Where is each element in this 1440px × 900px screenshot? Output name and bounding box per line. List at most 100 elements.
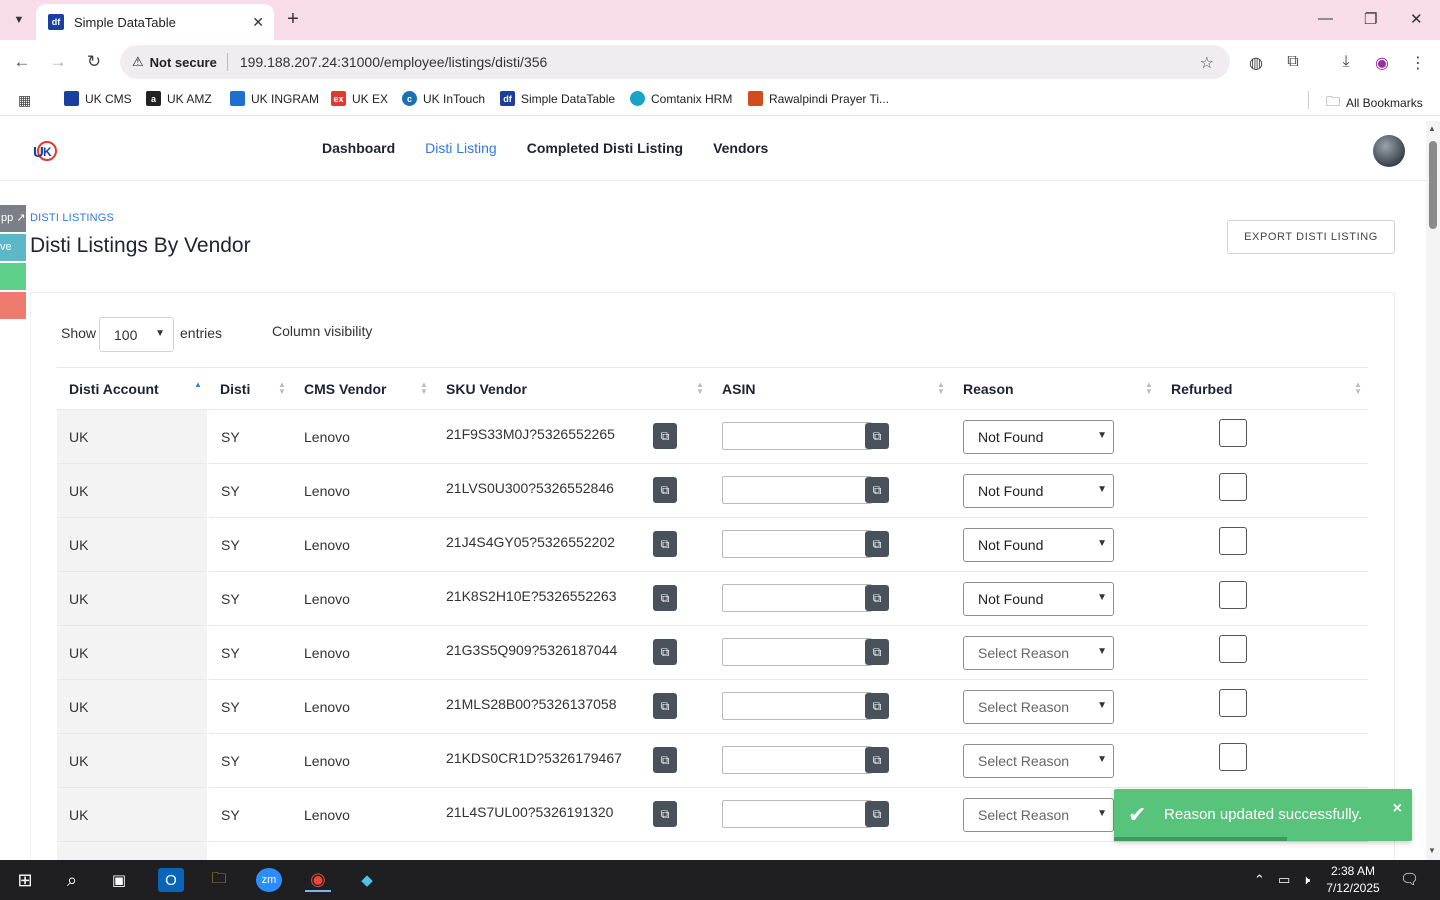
- asin-input[interactable]: [722, 800, 872, 828]
- reason-select[interactable]: Not Found ▼: [963, 528, 1114, 562]
- refurbed-checkbox[interactable]: [1219, 743, 1247, 771]
- asin-input[interactable]: [722, 584, 872, 612]
- reload-icon[interactable]: ↻: [84, 52, 104, 72]
- reason-select[interactable]: Not Found ▼: [963, 582, 1114, 616]
- app-diamond-icon[interactable]: ◆: [354, 868, 380, 892]
- address-bar[interactable]: ⚠ Not secure 199.188.207.24:31000/employ…: [120, 45, 1230, 79]
- asin-input[interactable]: [722, 530, 872, 558]
- maximize-icon[interactable]: ❐: [1364, 10, 1377, 28]
- col-disti-account[interactable]: Disti Account ▲: [57, 367, 208, 410]
- copy-sku-icon[interactable]: ⧉: [653, 531, 677, 557]
- side-tab-green[interactable]: [0, 263, 26, 290]
- search-icon[interactable]: ⌕: [59, 868, 85, 892]
- minimize-icon[interactable]: —: [1318, 10, 1333, 27]
- download-icon[interactable]: ⤓: [1336, 53, 1356, 71]
- paste-asin-icon[interactable]: ⧉: [865, 693, 889, 719]
- reason-select[interactable]: Select Reason ▼: [963, 798, 1114, 832]
- back-icon[interactable]: ←: [12, 52, 32, 72]
- reason-select[interactable]: Not Found ▼: [963, 474, 1114, 508]
- notifications-icon[interactable]: 🗨: [1400, 870, 1419, 888]
- paste-asin-icon[interactable]: ⧉: [865, 747, 889, 773]
- side-tab-save[interactable]: ve: [0, 234, 26, 261]
- extensions-icon[interactable]: ⧉: [1283, 53, 1303, 71]
- paste-asin-icon[interactable]: ⧉: [865, 639, 889, 665]
- tray-chevron-icon[interactable]: ⌃: [1254, 872, 1265, 888]
- copy-sku-icon[interactable]: ⧉: [653, 585, 677, 611]
- paste-asin-icon[interactable]: ⧉: [865, 801, 889, 827]
- page-length-select[interactable]: 100 ▼: [99, 317, 174, 352]
- asin-input[interactable]: [722, 746, 872, 774]
- zoom-icon[interactable]: zm: [256, 868, 282, 892]
- nav-dashboard[interactable]: Dashboard: [322, 140, 395, 156]
- chrome-icon[interactable]: ◉: [305, 868, 331, 892]
- page-scrollbar[interactable]: [1426, 121, 1440, 860]
- not-secure-label[interactable]: Not secure: [150, 55, 217, 70]
- side-tab-app[interactable]: pp ↗: [0, 205, 26, 232]
- new-tab-icon[interactable]: +: [283, 9, 303, 29]
- outlook-icon[interactable]: O: [158, 868, 184, 892]
- bookmark-uk-amz[interactable]: a UK AMZ: [146, 91, 212, 106]
- col-cms-vendor[interactable]: CMS Vendor ▲ ▼: [292, 367, 434, 410]
- side-tab-red[interactable]: [0, 292, 26, 319]
- col-refurbed[interactable]: Refurbed ▲ ▼: [1159, 367, 1368, 410]
- col-reason[interactable]: Reason ▲ ▼: [951, 367, 1159, 410]
- copy-sku-icon[interactable]: ⧉: [653, 693, 677, 719]
- browser-tab[interactable]: df Simple DataTable ✕: [36, 4, 274, 40]
- copy-sku-icon[interactable]: ⧉: [653, 747, 677, 773]
- reason-select[interactable]: Not Found ▼: [963, 420, 1114, 454]
- copy-sku-icon[interactable]: ⧉: [653, 477, 677, 503]
- nav-disti-listing[interactable]: Disti Listing: [425, 140, 497, 156]
- col-disti[interactable]: Disti ▲ ▼: [208, 367, 292, 410]
- breadcrumb[interactable]: DISTI LISTINGS: [30, 212, 114, 224]
- task-view-icon[interactable]: ▣: [106, 868, 132, 892]
- scroll-up-icon[interactable]: ▲: [1428, 124, 1436, 133]
- warning-icon[interactable]: ⚠: [132, 54, 144, 70]
- tab-close-icon[interactable]: ✕: [252, 14, 264, 31]
- bookmark-rawalpindi-prayer[interactable]: Rawalpindi Prayer Ti...: [748, 91, 889, 106]
- copy-sku-icon[interactable]: ⧉: [653, 639, 677, 665]
- copy-sku-icon[interactable]: ⧉: [653, 423, 677, 449]
- volume-muted-icon[interactable]: 🕨: [1302, 872, 1310, 888]
- windows-start-icon[interactable]: ⊞: [12, 868, 38, 892]
- asin-input[interactable]: [722, 422, 872, 450]
- profile-icon[interactable]: ◉: [1372, 53, 1392, 73]
- avatar[interactable]: [1373, 135, 1405, 167]
- bookmark-comtanix-hrm[interactable]: Comtanix HRM: [630, 91, 732, 106]
- paste-asin-icon[interactable]: ⧉: [865, 531, 889, 557]
- menu-icon[interactable]: ⋮: [1408, 53, 1428, 73]
- paste-asin-icon[interactable]: ⧉: [865, 423, 889, 449]
- paste-asin-icon[interactable]: ⧉: [865, 477, 889, 503]
- refurbed-checkbox[interactable]: [1219, 473, 1247, 501]
- close-window-icon[interactable]: ✕: [1410, 10, 1423, 28]
- url-text[interactable]: 199.188.207.24:31000/employee/listings/d…: [240, 54, 547, 70]
- bookmark-uk-ex[interactable]: ex UK EX: [331, 91, 388, 106]
- export-disti-listing-button[interactable]: EXPORT DISTI LISTING: [1227, 220, 1395, 254]
- paste-asin-icon[interactable]: ⧉: [865, 585, 889, 611]
- refurbed-checkbox[interactable]: [1219, 581, 1247, 609]
- column-visibility-button[interactable]: Column visibility: [272, 323, 372, 339]
- taskbar-clock[interactable]: 2:38 AM 7/12/2025: [1322, 863, 1384, 897]
- network-icon[interactable]: ▭: [1278, 872, 1290, 888]
- all-bookmarks[interactable]: 🗀 All Bookmarks: [1326, 91, 1423, 115]
- refurbed-checkbox[interactable]: [1219, 689, 1247, 717]
- apps-grid-icon[interactable]: ▦: [18, 92, 31, 109]
- asin-input[interactable]: [722, 476, 872, 504]
- copy-sku-icon[interactable]: ⧉: [653, 801, 677, 827]
- bookmark-star-icon[interactable]: ☆: [1200, 53, 1214, 73]
- translate-icon[interactable]: ◍: [1246, 53, 1266, 73]
- scrollbar-thumb[interactable]: [1429, 141, 1437, 229]
- forward-icon[interactable]: →: [48, 52, 68, 72]
- refurbed-checkbox[interactable]: [1219, 635, 1247, 663]
- asin-input[interactable]: [722, 692, 872, 720]
- tab-search-icon[interactable]: ▼: [8, 9, 30, 31]
- asin-input[interactable]: [722, 638, 872, 666]
- nav-vendors[interactable]: Vendors: [713, 140, 768, 156]
- scroll-down-icon[interactable]: ▼: [1428, 846, 1436, 855]
- nav-completed-disti-listing[interactable]: Completed Disti Listing: [527, 140, 683, 156]
- file-explorer-icon[interactable]: 🗀: [206, 868, 232, 892]
- bookmark-uk-ingram[interactable]: UK INGRAM: [230, 91, 319, 106]
- col-asin[interactable]: ASIN ▲ ▼: [710, 367, 951, 410]
- bookmark-simple-datatable[interactable]: df Simple DataTable: [500, 91, 615, 106]
- reason-select[interactable]: Select Reason ▼: [963, 636, 1114, 670]
- reason-select[interactable]: Select Reason ▼: [963, 690, 1114, 724]
